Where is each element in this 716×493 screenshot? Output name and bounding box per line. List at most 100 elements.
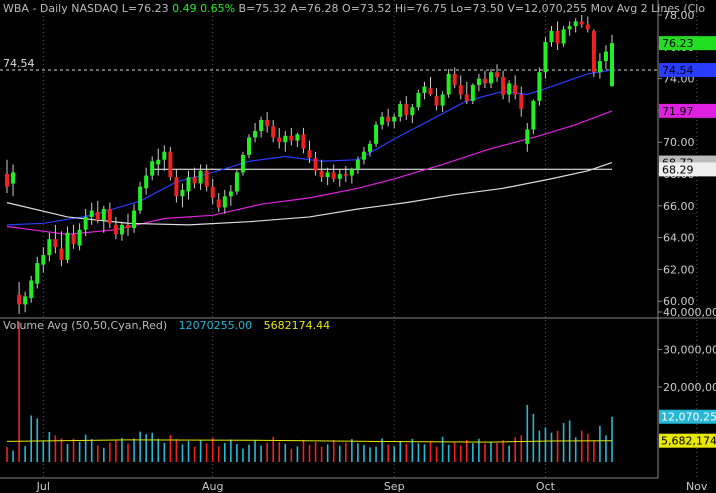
candle-body [319, 170, 324, 178]
candle-body [277, 137, 282, 143]
price-label-text: 71.97 [662, 105, 694, 118]
x-tick-label: Aug [202, 480, 223, 493]
candle-body [234, 172, 239, 192]
y-tick-label: 70.00 [663, 136, 695, 149]
candle-body [107, 208, 112, 224]
candle-body [59, 248, 64, 260]
candle-body [434, 96, 439, 106]
candle-body [77, 229, 82, 246]
chart-header: WBA - Daily NASDAQ L=76.23 0.49 0.65% B=… [3, 2, 705, 15]
candle-body [398, 104, 403, 117]
price-label-text: 76.23 [662, 37, 694, 50]
volume-value: V=12,070,255 [507, 2, 588, 15]
candle-body [452, 73, 457, 85]
candle-body [41, 255, 46, 265]
candle-body [210, 186, 215, 198]
candle-body [585, 24, 590, 30]
volume-avg-value: 5682174.44 [263, 319, 331, 332]
candle-body [525, 129, 530, 144]
candle-body [71, 234, 76, 244]
candle-body [476, 78, 481, 85]
candle-body [567, 26, 572, 30]
candle-body [150, 161, 155, 176]
price-label-text: 68.29 [662, 163, 694, 176]
candle-body [138, 186, 143, 211]
candle-body [132, 210, 137, 229]
candle-body [495, 72, 500, 78]
candle-body [380, 116, 385, 125]
candle-body [361, 151, 366, 160]
candle-body [519, 94, 524, 109]
candle-body [513, 84, 518, 95]
candle-body [259, 119, 264, 132]
candle-body [446, 73, 451, 95]
candle-body [113, 224, 118, 235]
candle-body [23, 296, 28, 305]
candle-body [186, 177, 191, 192]
candle-body [470, 84, 475, 101]
change-pct: 0.65% [200, 2, 236, 15]
candle-body [216, 199, 221, 208]
candle-body [561, 29, 566, 44]
candle-body [222, 196, 227, 208]
candle-body [331, 172, 336, 179]
candle-body [458, 84, 463, 95]
candle-body [507, 83, 512, 95]
candle-body [422, 86, 427, 93]
reference-line-label: 74.54 [3, 57, 35, 70]
candle-body [119, 224, 124, 235]
candle-body [368, 143, 372, 152]
candle-body [126, 224, 130, 229]
candle-body [610, 43, 614, 87]
candle-body [603, 51, 608, 62]
candle-body [192, 177, 197, 184]
candle-body [573, 21, 578, 27]
candle-body [47, 239, 52, 256]
price-label-text: 74.54 [662, 64, 694, 77]
candle-body [253, 131, 258, 138]
volume-tick-label: 40,000,000 [663, 306, 716, 319]
candle-body [174, 177, 179, 197]
candle-body [295, 134, 300, 141]
volume-current-value: 12070255.00 [178, 319, 253, 332]
candle-body [53, 239, 58, 248]
symbol-label: WBA - Daily NASDAQ [3, 2, 119, 15]
candle-body [392, 116, 397, 122]
volume-label-text: 12,070,255 [661, 411, 716, 424]
candle-body [35, 263, 40, 284]
volume-header: Volume Avg (50,50,Cyan,Red) 12070255.00 … [3, 319, 330, 332]
candle-body [416, 92, 421, 108]
candle-body [374, 124, 379, 144]
candle-body [555, 30, 560, 44]
candle-body [156, 159, 161, 165]
candle-body [337, 174, 342, 179]
candle-body [307, 150, 312, 159]
candle-body [247, 137, 251, 155]
candle-body [180, 189, 185, 197]
x-tick-label: Sep [384, 480, 405, 493]
study-label: Mov Avg 2 Lines (Clo [590, 2, 706, 15]
candle-body [404, 104, 409, 116]
candle-body [501, 77, 506, 95]
candle-body [89, 210, 94, 217]
candle-body [549, 30, 554, 43]
y-tick-label: 64.00 [663, 232, 695, 245]
candle-body [464, 94, 469, 101]
open-value: O=73.52 [342, 2, 392, 15]
candle-body [343, 174, 348, 176]
candle-body [386, 116, 391, 122]
last-price: L=76.23 [121, 2, 169, 15]
candle-body [289, 135, 294, 141]
candle-body [17, 294, 22, 305]
candle-body [313, 158, 318, 171]
change-value: 0.49 [172, 2, 197, 15]
candle-body [162, 151, 167, 160]
candle-body [543, 42, 548, 73]
volume-tick-label: 30,000,000 [663, 344, 716, 357]
y-tick-label: 66.00 [663, 200, 695, 213]
candle-body [204, 170, 209, 187]
candle-body [597, 61, 602, 73]
candle-body [65, 232, 70, 260]
candle-body [144, 175, 149, 189]
bid-value: B=75.32 [238, 2, 287, 15]
